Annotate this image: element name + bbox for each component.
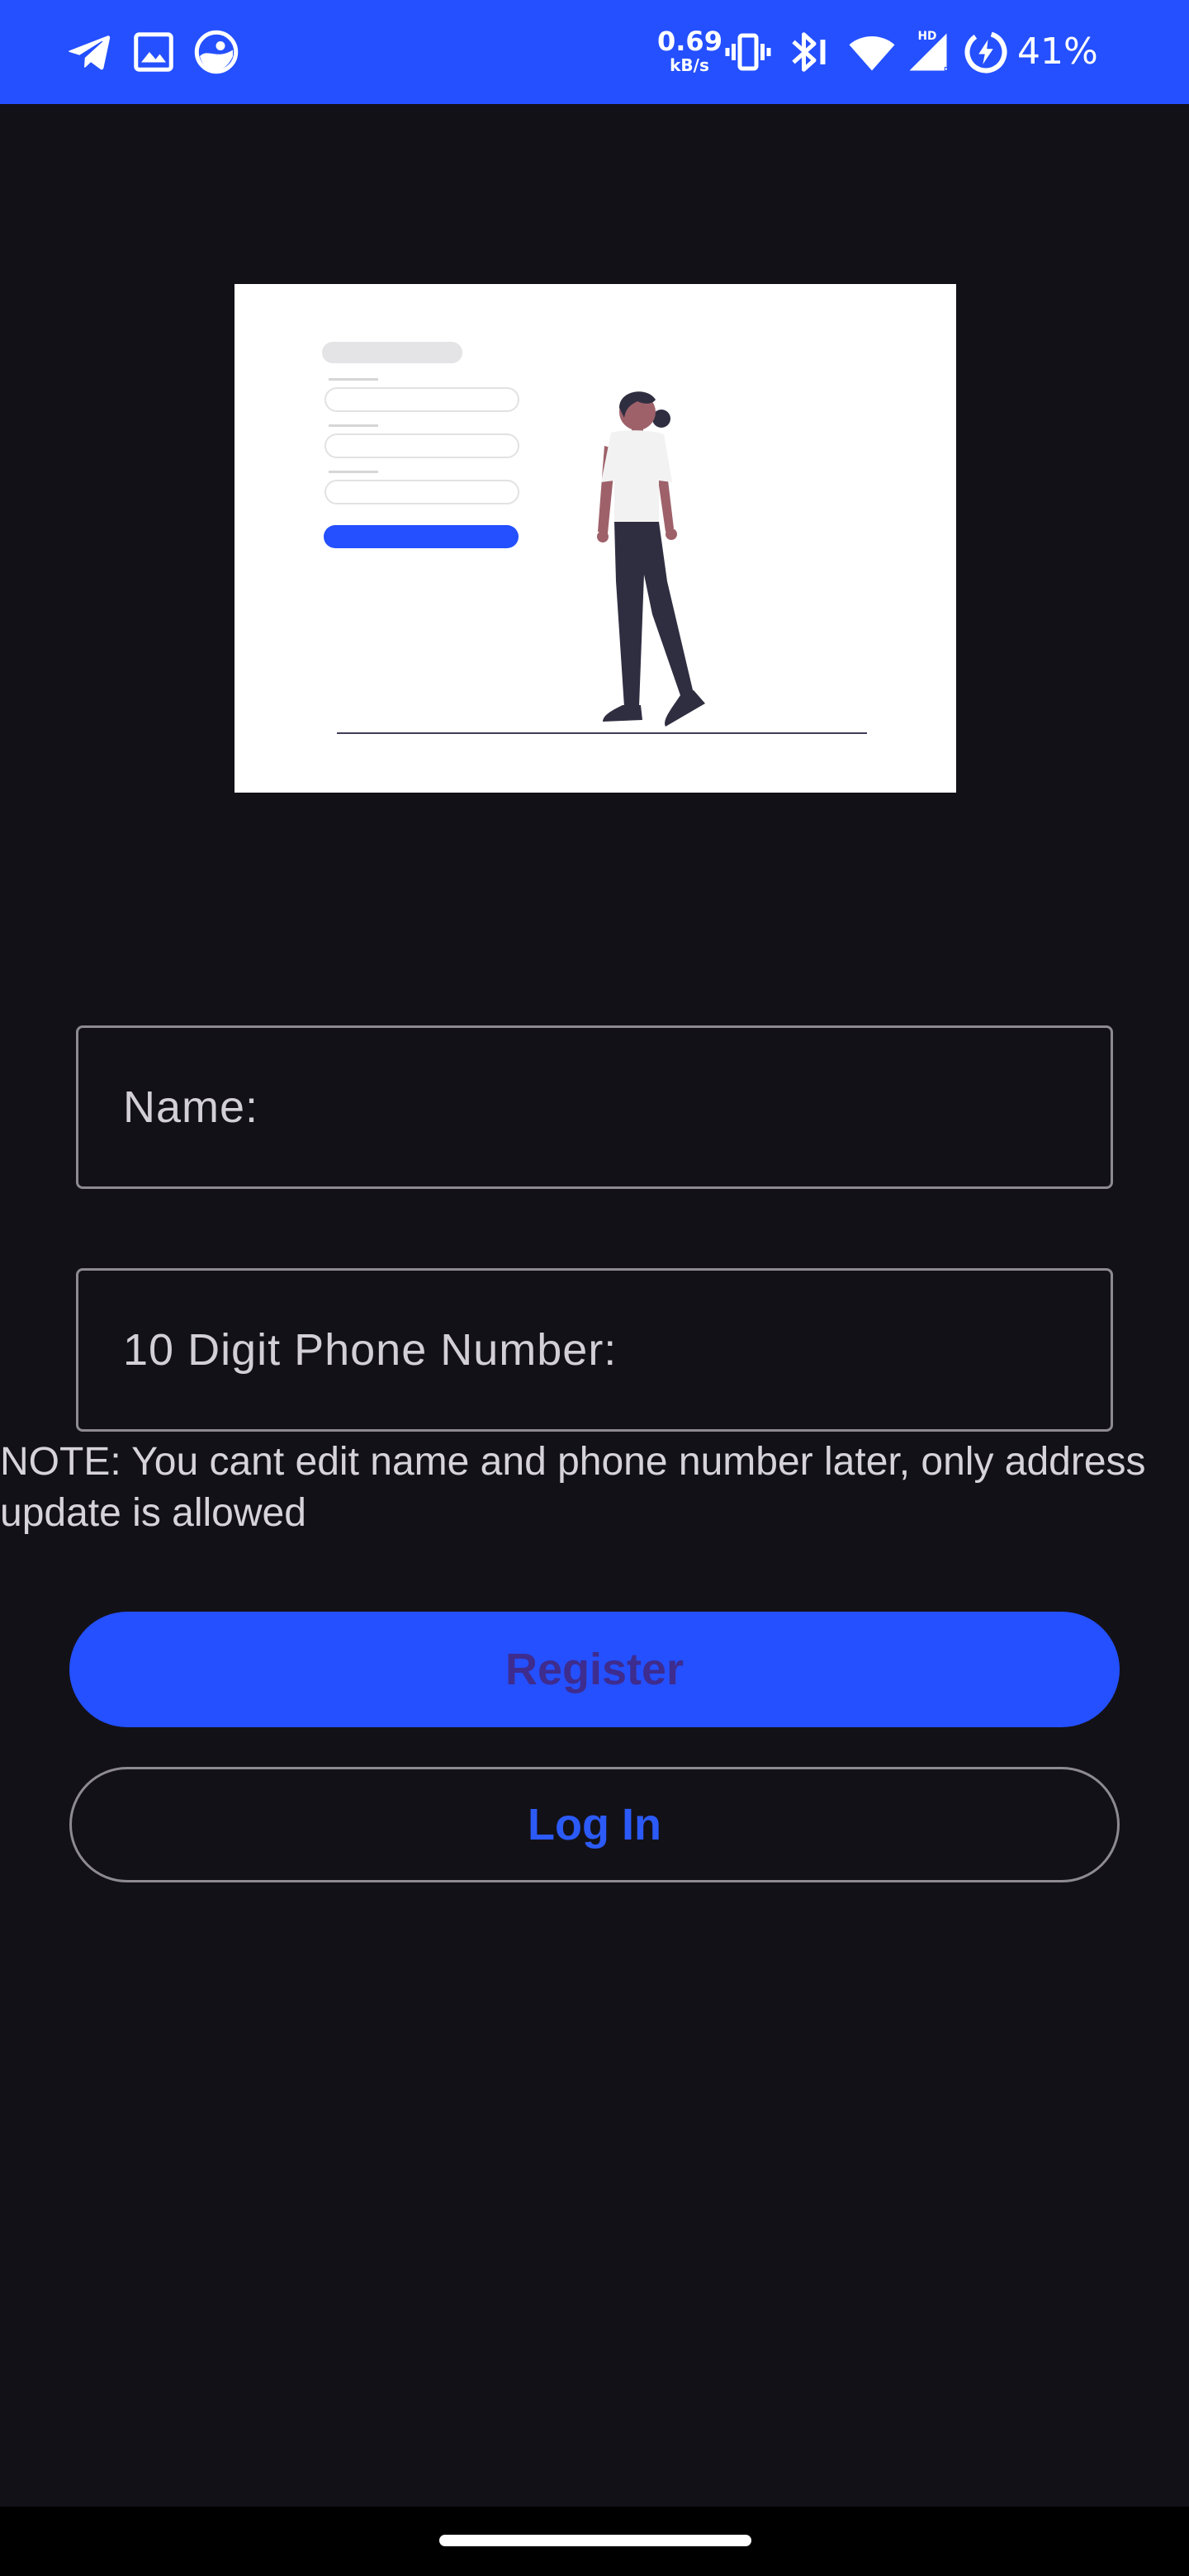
- mock-form-field: [324, 433, 519, 458]
- phone-input[interactable]: [78, 1271, 1111, 1429]
- network-speed: 0.69 kB/s: [657, 26, 722, 74]
- phone-field[interactable]: [76, 1268, 1113, 1432]
- name-input[interactable]: [78, 1028, 1111, 1186]
- mock-form-field: [324, 387, 519, 412]
- mock-form-field: [324, 480, 519, 504]
- signal-icon: HD R: [903, 27, 953, 77]
- home-indicator[interactable]: [439, 2535, 751, 2546]
- mock-form-title: [322, 342, 462, 363]
- navigation-bar: [0, 2507, 1189, 2576]
- network-speed-unit: kB/s: [670, 55, 709, 75]
- vibrate-icon: [723, 27, 773, 77]
- telegram-icon: [64, 27, 114, 77]
- mock-form-button: [324, 525, 519, 548]
- gallery-icon: [129, 27, 178, 77]
- wifi-icon: [847, 27, 897, 77]
- registration-illustration: [234, 284, 956, 793]
- network-speed-value: 0.69: [657, 26, 722, 57]
- network-badge: HD: [918, 30, 937, 43]
- registration-note: NOTE: You cant edit name and phone numbe…: [0, 1440, 1146, 1535]
- battery-percent: 41%: [1017, 31, 1098, 73]
- roaming-badge: R: [944, 65, 950, 76]
- app-notification-icon: [192, 27, 241, 77]
- person-figure: [597, 391, 705, 727]
- login-button[interactable]: Log In: [69, 1767, 1120, 1882]
- battery-saver-icon: [961, 27, 1011, 77]
- status-bar: 0.69 kB/s HD R 41%: [0, 0, 1189, 104]
- name-field[interactable]: [76, 1025, 1113, 1189]
- bluetooth-icon: [781, 27, 831, 77]
- register-button[interactable]: Register: [69, 1612, 1120, 1727]
